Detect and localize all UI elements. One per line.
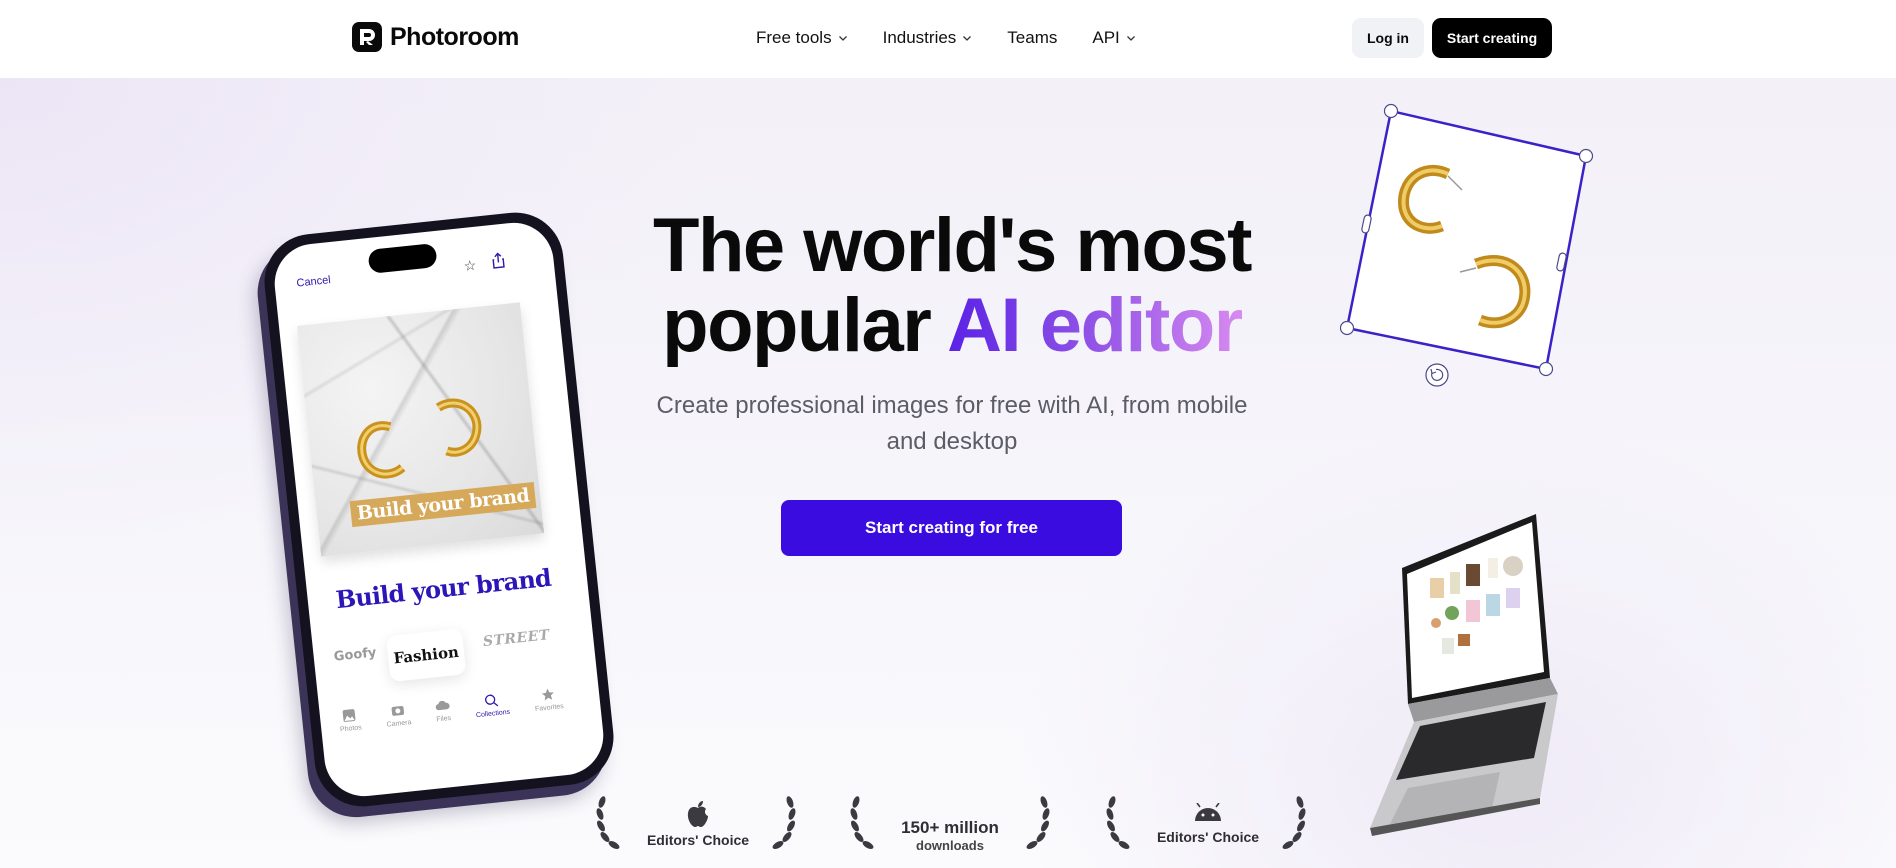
font-picker: Goofy Fashion STREET bbox=[324, 618, 568, 691]
login-button[interactable]: Log in bbox=[1352, 18, 1424, 58]
font-option-street[interactable]: STREET bbox=[482, 627, 550, 650]
nav-teams[interactable]: Teams bbox=[1007, 28, 1057, 48]
nav-label: Teams bbox=[1007, 28, 1058, 47]
laptop-illustration bbox=[1370, 514, 1558, 836]
photoroom-logo[interactable]: Photoroom bbox=[352, 22, 519, 52]
downloads-count: 150+ million bbox=[901, 818, 999, 837]
start-creating-free-button[interactable]: Start creating for free bbox=[781, 500, 1122, 556]
photoroom-logo-icon bbox=[352, 22, 382, 52]
android-icon bbox=[1195, 803, 1221, 821]
phone-tab-bar: Photos Camera Files Collections Favorite… bbox=[325, 685, 578, 751]
main-nav: Free tools Industries Teams API bbox=[756, 24, 1171, 52]
hero-section: The world's most popular AI editor Creat… bbox=[0, 78, 1896, 868]
tab-label: Favorites bbox=[534, 703, 565, 714]
nav-industries[interactable]: Industries bbox=[883, 28, 973, 48]
font-option-goofy[interactable]: Goofy bbox=[333, 645, 377, 664]
phone-mockup: Cancel ☆ Build your brand Build your bra… bbox=[259, 207, 619, 812]
selection-frame bbox=[1339, 103, 1594, 387]
award-label: Editors' Choice bbox=[646, 832, 750, 848]
laurel-left-icon bbox=[596, 796, 620, 849]
search-icon bbox=[485, 694, 499, 707]
tab-favorites[interactable]: Favorites bbox=[533, 686, 566, 729]
rotate-icon[interactable] bbox=[1425, 363, 1449, 387]
star-icon bbox=[541, 688, 554, 701]
laurel-right-icon bbox=[1282, 796, 1306, 849]
font-option-fashion[interactable]: Fashion bbox=[385, 628, 467, 682]
tab-label: Files bbox=[436, 714, 452, 724]
headline-line1: The world's most bbox=[653, 203, 1252, 288]
award-app-store: Editors' Choice bbox=[630, 794, 766, 854]
tab-label: Photos bbox=[339, 724, 363, 734]
laurel-left-icon bbox=[1106, 796, 1130, 849]
earring-image bbox=[357, 421, 406, 479]
awards-row: Editors' Choice 150+ million downloads E… bbox=[590, 794, 1310, 864]
tab-label: Camera bbox=[386, 719, 412, 729]
earring-image bbox=[435, 398, 482, 457]
transform-selection-box bbox=[1330, 100, 1600, 390]
phone-screen: Cancel ☆ Build your brand Build your bra… bbox=[270, 218, 608, 801]
resize-handle[interactable] bbox=[1578, 148, 1594, 164]
tab-camera[interactable]: Camera bbox=[385, 702, 414, 744]
nav-api[interactable]: API bbox=[1092, 28, 1135, 48]
laptop-mockup bbox=[1350, 508, 1560, 838]
star-icon[interactable]: ☆ bbox=[463, 257, 477, 275]
award-google-play: Editors' Choice bbox=[1140, 794, 1276, 854]
site-header: Photoroom Free tools Industries Teams AP… bbox=[0, 0, 1896, 78]
nav-label: Industries bbox=[882, 28, 957, 47]
phone-title-text: Build your brand bbox=[334, 562, 553, 615]
apple-icon bbox=[687, 801, 708, 827]
product-photo: Build your brand bbox=[297, 302, 545, 557]
nav-free-tools[interactable]: Free tools bbox=[756, 28, 848, 48]
chevron-down-icon bbox=[1126, 36, 1135, 41]
brand-banner: Build your brand bbox=[349, 481, 537, 528]
laurel-right-icon bbox=[1026, 796, 1050, 849]
dynamic-island bbox=[367, 242, 438, 274]
headline-line2-plain: popular bbox=[662, 283, 932, 368]
brand-name: Photoroom bbox=[390, 22, 519, 51]
tab-collections[interactable]: Collections bbox=[474, 692, 512, 735]
nav-label: Free tools bbox=[756, 28, 832, 47]
laurel-left-icon bbox=[850, 796, 874, 849]
camera-icon bbox=[391, 706, 404, 716]
resize-handle[interactable] bbox=[1538, 361, 1554, 377]
hero-headline: The world's most popular AI editor bbox=[560, 206, 1344, 366]
hero-subheading: Create professional images for free with… bbox=[656, 392, 1248, 455]
photos-icon bbox=[343, 709, 356, 722]
tab-files[interactable]: Files bbox=[434, 698, 453, 739]
start-creating-button[interactable]: Start creating bbox=[1432, 18, 1552, 58]
phone-cancel-button[interactable]: Cancel bbox=[296, 274, 331, 290]
phone-frame: Cancel ☆ Build your brand Build your bra… bbox=[259, 207, 619, 812]
tab-photos[interactable]: Photos bbox=[338, 707, 364, 749]
resize-handle[interactable] bbox=[1383, 103, 1399, 119]
downloads-label: downloads bbox=[916, 838, 984, 853]
laurel-right-icon bbox=[772, 796, 796, 849]
chevron-down-icon bbox=[963, 36, 972, 41]
award-label: Editors' Choice bbox=[1156, 829, 1260, 845]
headline-accent: AI editor bbox=[947, 283, 1243, 368]
chevron-down-icon bbox=[838, 36, 847, 41]
tab-label: Collections bbox=[475, 708, 511, 720]
award-downloads: 150+ million downloads bbox=[882, 806, 1018, 866]
resize-handle[interactable] bbox=[1339, 320, 1355, 336]
cloud-icon bbox=[435, 700, 450, 711]
nav-label: API bbox=[1092, 28, 1120, 47]
share-icon[interactable] bbox=[490, 252, 506, 269]
